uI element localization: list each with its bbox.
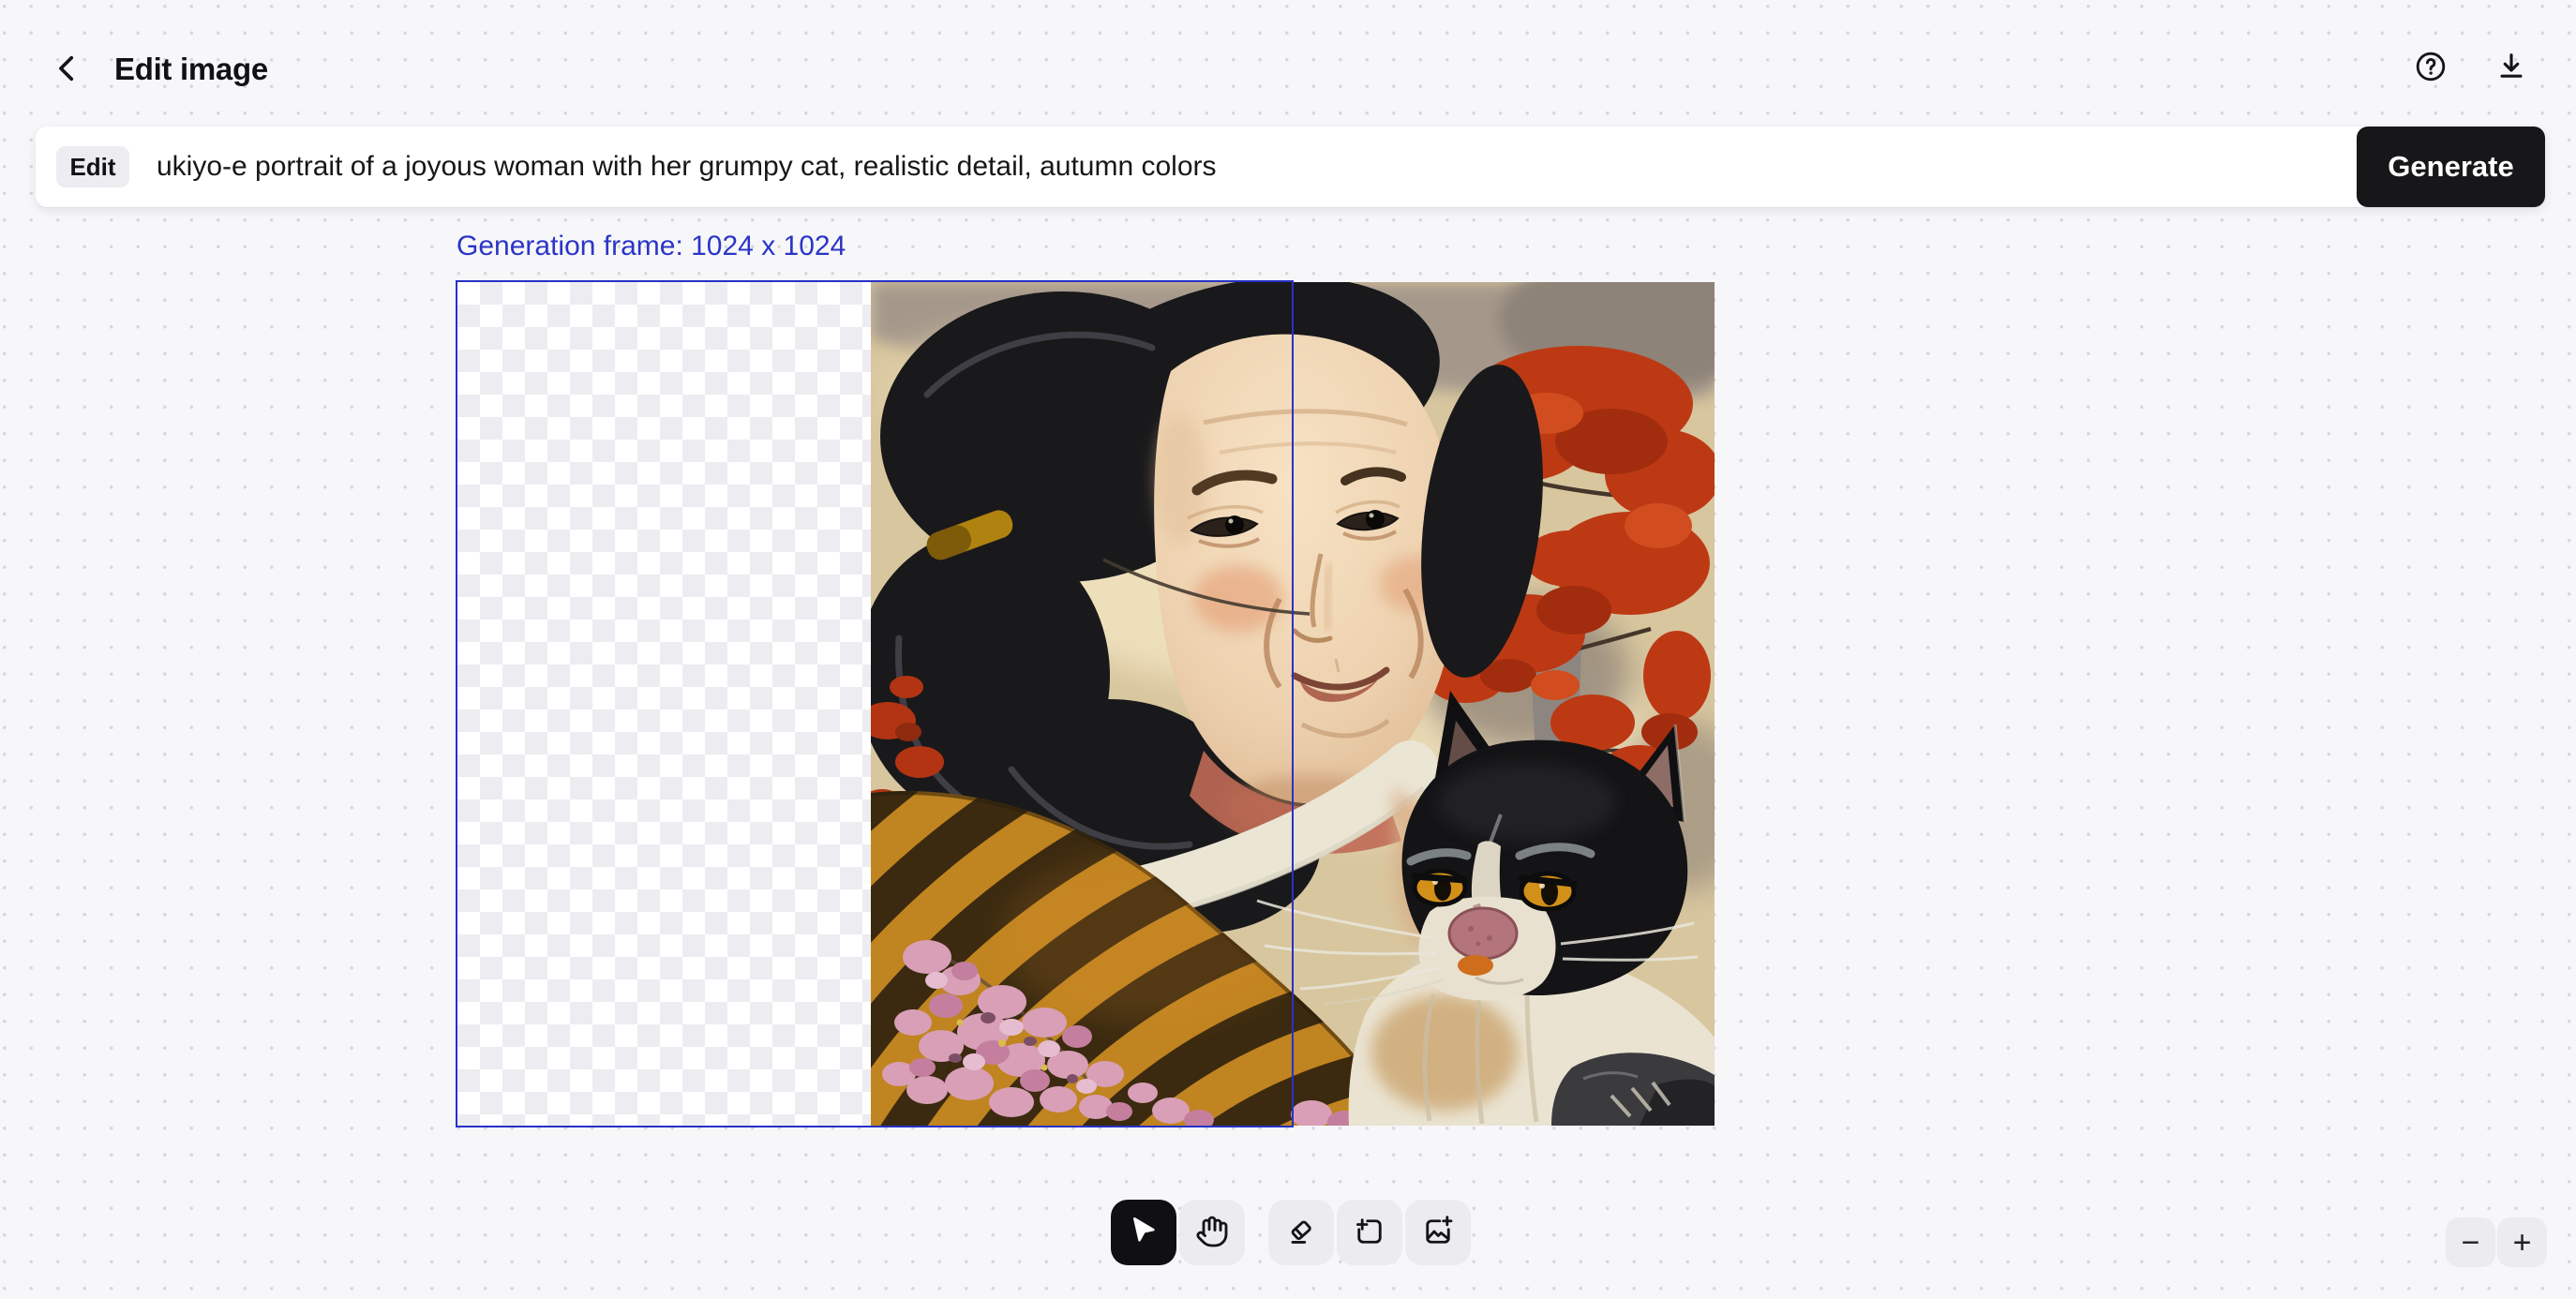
zoom-in-button[interactable]: + [2497, 1217, 2547, 1267]
minus-icon: − [2462, 1227, 2480, 1259]
cursor-icon [1127, 1215, 1161, 1251]
edit-image-screen: Edit image Edit ukiyo-e portrait of a jo… [0, 0, 2576, 1299]
page-title: Edit image [114, 52, 268, 86]
select-tool-button[interactable] [1111, 1200, 1176, 1265]
eraser-icon [1284, 1215, 1318, 1251]
help-button[interactable] [2413, 50, 2449, 85]
add-image-icon [1421, 1215, 1455, 1251]
help-circle-icon [2414, 50, 2448, 86]
add-frame-tool-button[interactable] [1337, 1200, 1402, 1265]
add-image-tool-button[interactable] [1405, 1200, 1471, 1265]
hand-tool-button[interactable] [1179, 1200, 1245, 1265]
hand-icon [1195, 1215, 1229, 1251]
eraser-tool-button[interactable] [1268, 1200, 1334, 1265]
download-icon [2494, 50, 2528, 86]
generation-frame[interactable] [456, 280, 1294, 1127]
prompt-bar: Edit ukiyo-e portrait of a joyous woman … [36, 127, 2545, 207]
plus-icon: + [2513, 1227, 2532, 1259]
zoom-out-button[interactable]: − [2446, 1217, 2495, 1267]
chevron-left-icon [52, 52, 83, 87]
download-button[interactable] [2494, 50, 2529, 85]
back-button[interactable] [49, 51, 86, 88]
generation-frame-label: Generation frame: 1024 x 1024 [457, 231, 846, 262]
mode-badge: Edit [56, 146, 129, 187]
generate-button[interactable]: Generate [2357, 127, 2545, 207]
prompt-input[interactable]: ukiyo-e portrait of a joyous woman with … [157, 151, 2545, 183]
add-frame-icon [1353, 1215, 1386, 1251]
